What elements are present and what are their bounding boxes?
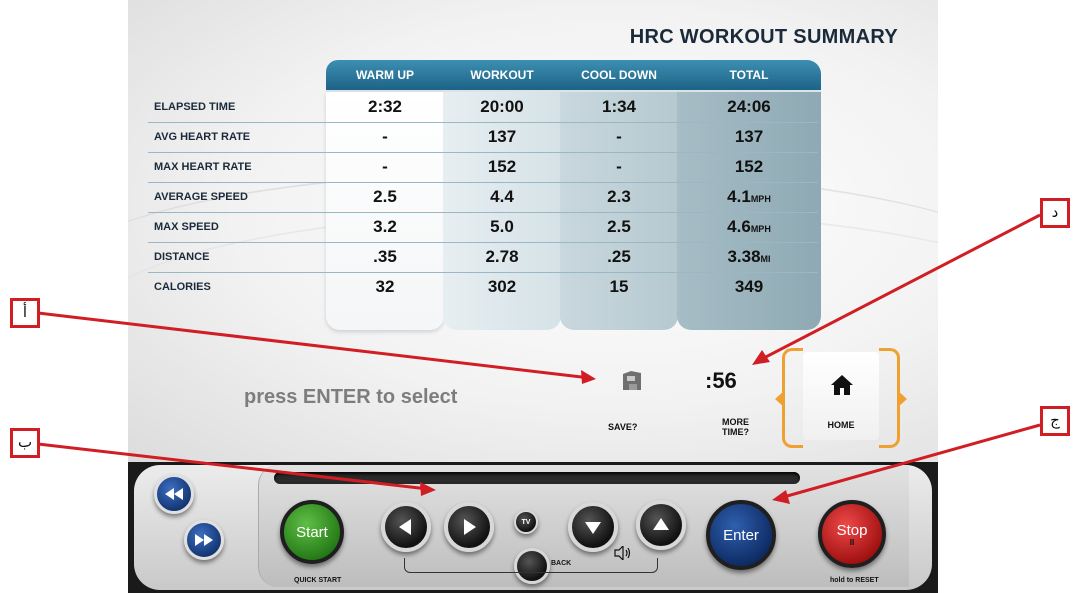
callout-a-arrowhead	[581, 370, 596, 384]
callout-b-arrow	[37, 442, 429, 491]
callout-c-arrowhead	[772, 490, 790, 504]
callout-arrows	[37, 213, 1041, 504]
callout-c-arrow	[779, 423, 1041, 500]
callout-label-d: د	[1040, 198, 1070, 228]
callout-d-arrow	[759, 213, 1041, 362]
callout-b-arrowhead	[420, 482, 436, 496]
callout-label-a: أ	[10, 298, 40, 328]
callout-label-b: ب	[10, 428, 40, 458]
callout-label-c: ج	[1040, 406, 1070, 436]
callout-a-arrow	[37, 311, 591, 380]
